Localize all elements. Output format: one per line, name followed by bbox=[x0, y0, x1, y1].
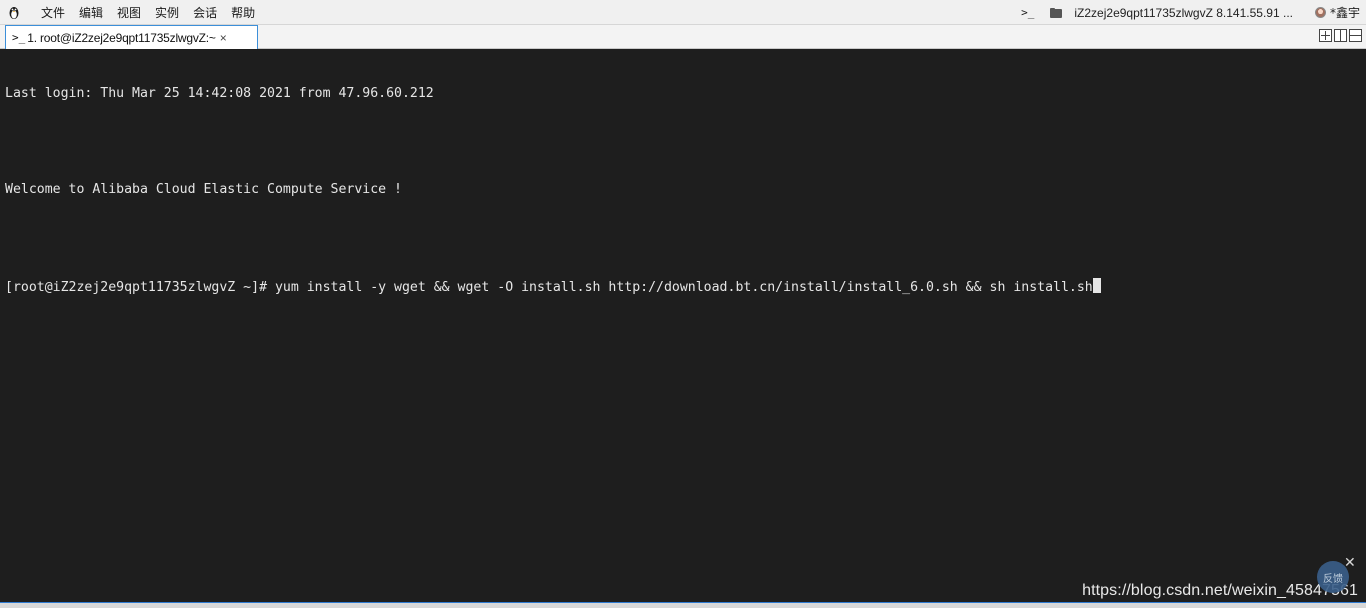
split-vertical-icon[interactable] bbox=[1334, 29, 1347, 42]
menu-file[interactable]: 文件 bbox=[41, 4, 65, 21]
terminal-prompt-icon: >_ bbox=[12, 31, 26, 44]
tux-icon[interactable] bbox=[7, 4, 21, 20]
menu-edit[interactable]: 编辑 bbox=[79, 4, 103, 21]
close-icon[interactable]: × bbox=[220, 31, 227, 45]
command-text: [root@iZ2zej2e9qpt11735zlwgvZ ~]# yum in… bbox=[5, 280, 1093, 295]
text-cursor bbox=[1092, 278, 1101, 293]
new-pane-icon[interactable] bbox=[1319, 29, 1332, 42]
user-name[interactable]: *鑫宇 bbox=[1330, 4, 1360, 21]
menu-view[interactable]: 视图 bbox=[117, 4, 141, 21]
menubar-right: >_ iZ2zej2e9qpt11735zlwgvZ 8.141.55.91 .… bbox=[1021, 0, 1360, 25]
terminal-line-command: [root@iZ2zej2e9qpt11735zlwgvZ ~]# yum in… bbox=[5, 278, 1366, 295]
terminal-output[interactable]: Last login: Thu Mar 25 14:42:08 2021 fro… bbox=[0, 50, 1366, 602]
folder-icon[interactable] bbox=[1050, 7, 1063, 18]
watermark: https://blog.csdn.net/weixin_45847561 bbox=[1082, 582, 1358, 599]
close-icon[interactable]: ✕ bbox=[1344, 554, 1356, 571]
split-horizontal-icon[interactable] bbox=[1349, 29, 1362, 42]
session-title[interactable]: iZ2zej2e9qpt11735zlwgvZ 8.141.55.91 ... bbox=[1074, 6, 1293, 20]
terminal-line-welcome: Welcome to Alibaba Cloud Elastic Compute… bbox=[5, 182, 402, 197]
terminal-line-last-login: Last login: Thu Mar 25 14:42:08 2021 fro… bbox=[5, 86, 434, 101]
layout-controls bbox=[1319, 29, 1362, 42]
terminal-indicator-icon[interactable]: >_ bbox=[1021, 6, 1034, 19]
menu-bar: 文件 编辑 视图 实例 会话 帮助 >_ iZ2zej2e9qpt11735zl… bbox=[0, 0, 1366, 25]
status-bar bbox=[0, 602, 1366, 608]
menu-help[interactable]: 帮助 bbox=[231, 4, 255, 21]
menu-instance[interactable]: 实例 bbox=[155, 4, 179, 21]
menu-session[interactable]: 会话 bbox=[193, 4, 217, 21]
tab-bar: >_ 1. root@iZ2zej2e9qpt11735zlwgvZ:~ × bbox=[0, 25, 1366, 49]
avatar[interactable] bbox=[1314, 7, 1326, 18]
tab-label: 1. root@iZ2zej2e9qpt11735zlwgvZ:~ bbox=[27, 30, 216, 45]
tab-session-1[interactable]: >_ 1. root@iZ2zej2e9qpt11735zlwgvZ:~ × bbox=[5, 25, 258, 49]
